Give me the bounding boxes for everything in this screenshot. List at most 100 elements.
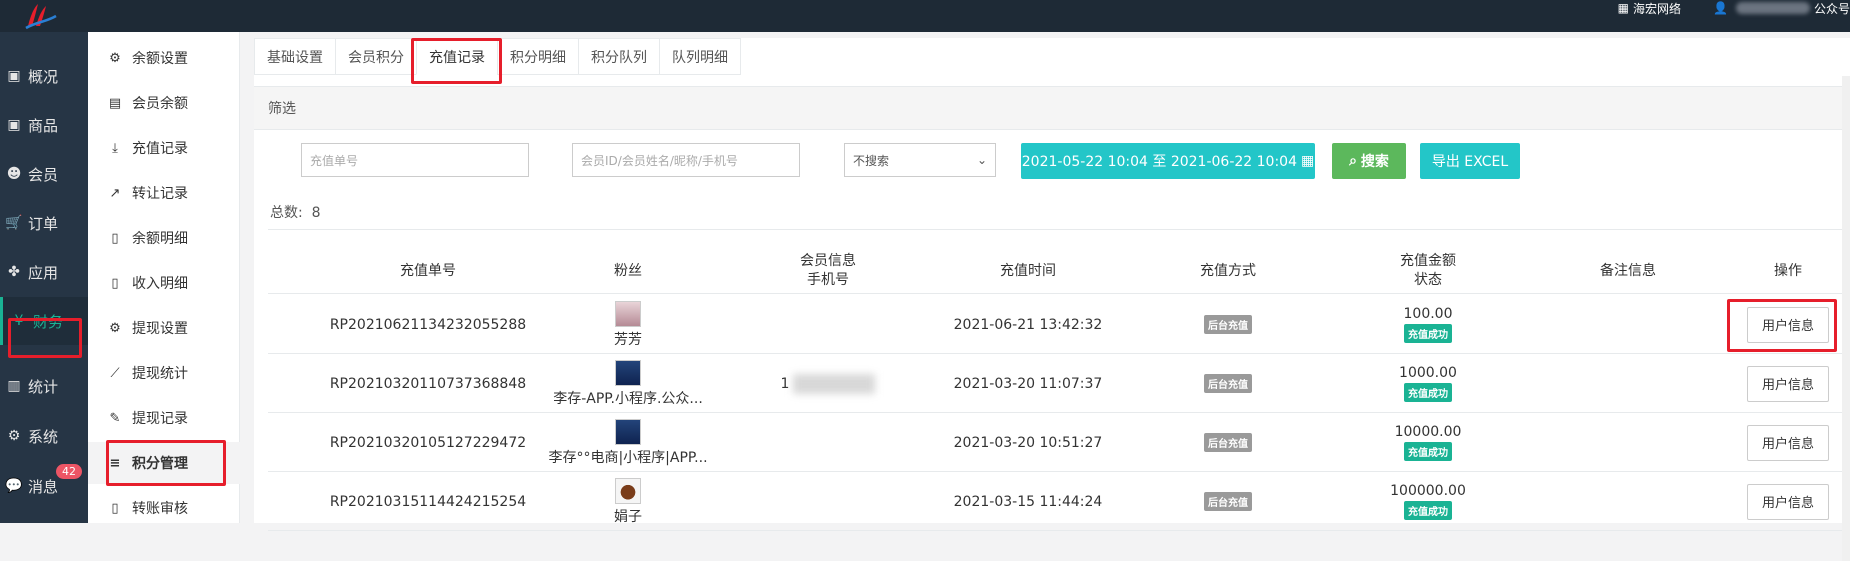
subnav-withdraw-stats[interactable]: ⟋ 提现统计: [88, 352, 240, 394]
filter-title: 筛选: [268, 101, 296, 117]
amount: 1000.00: [1399, 365, 1457, 381]
col-amount-status: 充值金额 状态: [1400, 253, 1456, 288]
tab-recharge-records[interactable]: 充值记录: [416, 38, 497, 75]
calendar-icon: ▦: [1300, 153, 1315, 169]
download-icon: ⤓: [112, 140, 118, 156]
line-chart-icon: ⟋: [110, 365, 120, 381]
subnav-balance-settings[interactable]: ⚙ 余额设置: [88, 37, 240, 79]
total-count: 总数: 8: [270, 205, 321, 221]
chevron-down-icon: ⌄: [976, 153, 987, 167]
top-bar: ▦ 海宏网络 👤 公众号: [0, 0, 1850, 32]
recharge-time: 2021-03-20 11:07:37: [953, 375, 1103, 392]
member-phone: 1: [780, 375, 790, 392]
method-label: 后台充值: [1204, 374, 1252, 393]
recharge-time: 2021-03-20 10:51:27: [953, 434, 1103, 451]
subnav-withdraw-settings[interactable]: ⚙ 提现设置: [88, 307, 240, 349]
tab-bar: 基础设置 会员积分 充值记录 积分明细 积分队列 队列明细: [254, 38, 741, 76]
order-no: RP20210315114424215254: [329, 493, 527, 510]
subnav-points-management[interactable]: ≡ 积分管理: [88, 442, 240, 484]
method-label: 后台充值: [1204, 492, 1252, 511]
fan-avatar: [615, 300, 641, 327]
pencil-icon: ✎: [109, 410, 121, 426]
account-name-redacted: [1735, 2, 1810, 14]
nav-item-finance[interactable]: ¥ 财务: [0, 297, 88, 345]
subnav-transfer-records[interactable]: ↗ 转让记录: [88, 172, 240, 214]
recharge-time: 2021-06-21 13:42:32: [953, 316, 1103, 333]
status-badge: 充值成功: [1404, 383, 1452, 402]
nav-item-apps[interactable]: ✤ 应用: [0, 248, 88, 296]
logo-icon: [25, 4, 57, 30]
gear-icon: ⚙: [109, 50, 121, 66]
comment-icon: 💬: [5, 478, 23, 494]
messages-badge: 42: [56, 464, 82, 479]
fan-name: 李存-APP.小程序.公众...: [553, 390, 703, 407]
export-excel-button[interactable]: 导出 EXCEL: [1420, 143, 1520, 179]
tab-queue-details[interactable]: 队列明细: [659, 38, 741, 75]
col-time: 充值时间: [1000, 262, 1056, 279]
user-icon: 👤: [1713, 1, 1728, 15]
dashboard-icon: ▣: [7, 68, 21, 84]
fan-name: 芳芳: [614, 331, 642, 348]
nav-item-messages[interactable]: 💬 消息 42: [0, 462, 88, 510]
user-info-button[interactable]: 用户信息: [1747, 483, 1829, 520]
subnav-withdraw-records[interactable]: ✎ 提现记录: [88, 397, 240, 439]
company-link[interactable]: ▦ 海宏网络: [1618, 0, 1681, 17]
amount: 100000.00: [1390, 483, 1466, 499]
fan-avatar: [615, 477, 641, 504]
nav-item-members[interactable]: ☻ 会员: [0, 150, 88, 198]
table-row: RP20210320105127229472 李存°°电商|小程序|APP...…: [268, 413, 1850, 472]
box-icon: ▣: [7, 117, 21, 133]
col-method: 充值方式: [1200, 262, 1256, 279]
account-menu[interactable]: 👤 公众号: [1713, 0, 1850, 17]
grid-icon: ▦: [1617, 1, 1630, 15]
search-icon: ⌕: [1349, 153, 1357, 169]
member-phone: [728, 472, 928, 531]
subnav-income-details[interactable]: ▯ 收入明细: [88, 262, 240, 304]
search-button[interactable]: ⌕ 搜索: [1332, 143, 1406, 179]
status-badge: 充值成功: [1404, 501, 1452, 520]
col-order-no: 充值单号: [400, 262, 456, 279]
order-no: RP20210320105127229472: [329, 434, 527, 451]
status-badge: 充值成功: [1404, 442, 1452, 461]
users-icon: ☻: [6, 166, 22, 182]
tab-basic-settings[interactable]: 基础设置: [254, 38, 335, 75]
date-range-button[interactable]: 2021-05-22 10:04 至 2021-06-22 10:04 ▦: [1021, 143, 1315, 179]
table-row: RP20210621134232055288 芳芳 2021-06-21 13:…: [268, 295, 1850, 354]
phone-redacted: [793, 373, 876, 394]
filter-header: 筛选: [254, 86, 1850, 130]
file-icon: ▯: [111, 500, 119, 516]
table-row: RP20210315114424215254 娟子 2021-03-15 11:…: [268, 472, 1850, 531]
table-row: RP20210320110737368848 李存-APP.小程序.公众... …: [268, 354, 1850, 413]
nav-item-orders[interactable]: 🛒 订单: [0, 199, 88, 247]
fan-avatar: [615, 418, 641, 445]
status-badge: 充值成功: [1404, 324, 1452, 343]
order-no: RP20210621134232055288: [329, 316, 527, 333]
subnav-member-balance[interactable]: ▤ 会员余额: [88, 82, 240, 124]
secondary-sidebar: ⚙ 余额设置 ▤ 会员余额 ⤓ 充值记录 ↗ 转让记录 ▯ 余额明细 ▯ 收入明细 ⚙ 提现设…: [88, 32, 240, 523]
member-phone: [728, 413, 928, 472]
method-label: 后台充值: [1204, 433, 1252, 452]
user-info-button[interactable]: 用户信息: [1747, 365, 1829, 402]
bar-chart-icon: ▥: [7, 378, 21, 394]
col-fan: 粉丝: [614, 262, 642, 279]
recharge-time: 2021-03-15 11:44:24: [953, 493, 1103, 510]
tab-points-queue[interactable]: 积分队列: [578, 38, 659, 75]
nav-item-stats[interactable]: ▥ 统计: [0, 362, 88, 410]
search-type-select[interactable]: 不搜索 ⌄: [844, 143, 996, 177]
main-panel: 基础设置 会员积分 充值记录 积分明细 积分队列 队列明细 筛选 充值单号 会员…: [254, 38, 1850, 561]
tab-points-details[interactable]: 积分明细: [497, 38, 578, 75]
subnav-balance-details[interactable]: ▯ 余额明细: [88, 217, 240, 259]
user-info-button[interactable]: 用户信息: [1747, 424, 1829, 461]
order-no-input[interactable]: 充值单号: [301, 143, 529, 177]
col-action: 操作: [1774, 262, 1802, 279]
file-icon: ▯: [111, 275, 119, 291]
user-info-button[interactable]: 用户信息: [1747, 306, 1829, 343]
nav-item-system[interactable]: ⚙ 系统: [0, 412, 88, 460]
member-search-input[interactable]: 会员ID/会员姓名/昵称/手机号: [572, 143, 800, 177]
tab-member-points[interactable]: 会员积分: [335, 38, 416, 75]
subnav-recharge-records[interactable]: ⤓ 充值记录: [88, 127, 240, 169]
scrollbar[interactable]: [1842, 76, 1850, 561]
nav-item-overview[interactable]: ▣ 概况: [0, 52, 88, 100]
nav-item-goods[interactable]: ▣ 商品: [0, 101, 88, 149]
finance-icon: ¥: [14, 313, 24, 329]
